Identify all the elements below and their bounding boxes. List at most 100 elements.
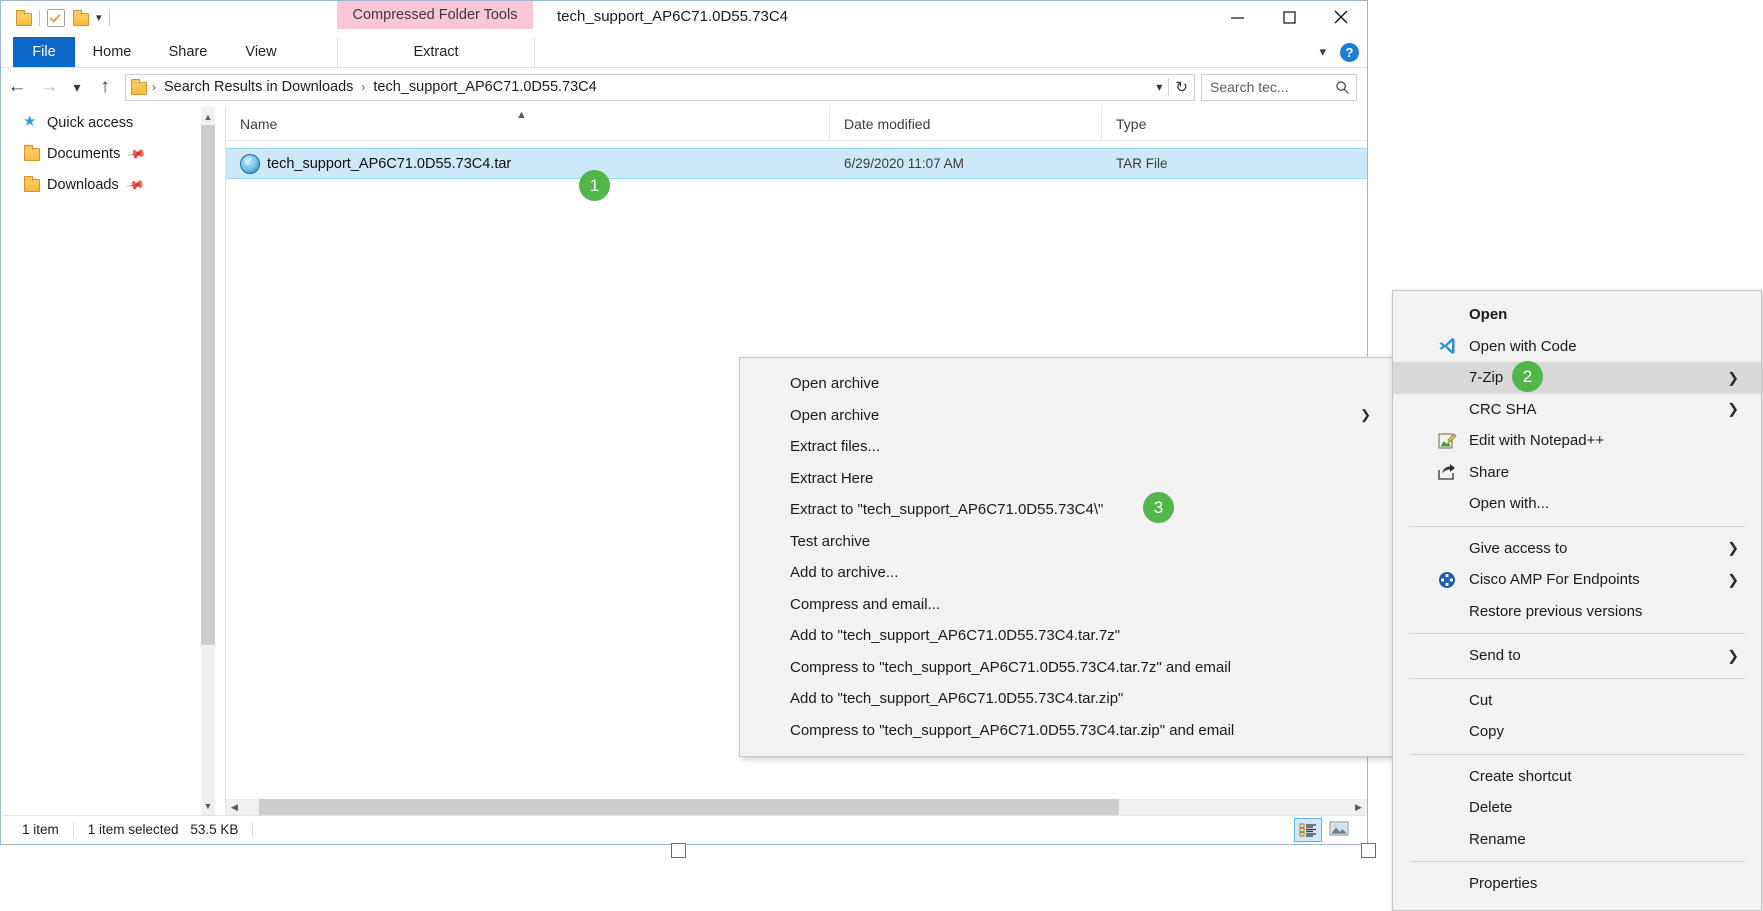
resize-handle-bottom[interactable] (671, 843, 686, 858)
sidebar-item-documents[interactable]: Documents 📌 (1, 138, 225, 169)
menu-item-extract-here[interactable]: Extract Here (740, 463, 1393, 495)
status-size-label: 53.5 KB (190, 822, 239, 837)
menu-item-create-shortcut[interactable]: Create shortcut (1393, 761, 1761, 793)
menu-item-extract-files[interactable]: Extract files... (740, 431, 1393, 463)
up-button[interactable]: ↑ (89, 72, 121, 102)
status-selection-label: 1 item selected (87, 822, 179, 837)
menu-item-label: Open archive (790, 375, 880, 393)
sidebar-item-label: Documents (47, 145, 121, 162)
menu-item-edit-with-notepadpp[interactable]: Edit with Notepad++ (1393, 425, 1761, 457)
sort-ascending-icon: ▲ (516, 109, 527, 121)
tab-share[interactable]: Share (151, 37, 225, 67)
sidebar-item-label: Downloads (47, 176, 119, 193)
menu-item-open-with[interactable]: Open with... (1393, 488, 1761, 520)
scrollbar-thumb[interactable] (259, 799, 1119, 816)
scroll-down-icon[interactable]: ▼ (201, 798, 215, 814)
table-row[interactable]: tech_support_AP6C71.0D55.73C4.tar 6/29/2… (226, 148, 1367, 179)
sidebar-item-quick-access[interactable]: ★ Quick access (1, 107, 225, 138)
explorer-icon (15, 10, 32, 26)
menu-item-add-to-zip[interactable]: Add to "tech_support_AP6C71.0D55.73C4.ta… (740, 683, 1393, 715)
qat-divider (39, 10, 40, 26)
menu-item-crc-sha[interactable]: CRC SHA ❯ (1393, 394, 1761, 426)
recent-locations-button[interactable]: ▾ (65, 72, 89, 102)
forward-button[interactable]: → (33, 72, 65, 102)
menu-item-give-access-to[interactable]: Give access to ❯ (1393, 533, 1761, 565)
file-name-cell[interactable]: tech_support_AP6C71.0D55.73C4.tar (226, 153, 830, 174)
downloads-folder-icon (23, 176, 40, 192)
menu-item-label: Create shortcut (1469, 767, 1572, 785)
menu-item-share[interactable]: Share (1393, 457, 1761, 489)
new-folder-icon[interactable] (72, 10, 89, 26)
chevron-down-icon[interactable]: ▾ (96, 12, 102, 24)
breadcrumb-item-0[interactable]: Search Results in Downloads (161, 79, 356, 95)
column-header-name[interactable]: Name ▲ (226, 107, 830, 140)
pin-icon[interactable]: 📌 (127, 143, 147, 163)
menu-item-label: Compress and email... (790, 595, 941, 613)
menu-separator (1409, 861, 1745, 862)
tab-extract[interactable]: Extract (337, 37, 535, 67)
properties-checkbox-icon[interactable] (47, 9, 65, 27)
scrollbar-thumb[interactable] (201, 125, 215, 645)
menu-item-add-to-archive[interactable]: Add to archive... (740, 557, 1393, 589)
menu-item-rename[interactable]: Rename (1393, 824, 1761, 856)
details-view-button[interactable] (1294, 817, 1322, 842)
refresh-icon[interactable]: ↻ (1175, 78, 1188, 96)
column-header-type[interactable]: Type (1102, 107, 1312, 140)
minimize-button[interactable] (1211, 1, 1263, 33)
menu-item-test-archive[interactable]: Test archive (740, 526, 1393, 558)
breadcrumb-item-1[interactable]: tech_support_AP6C71.0D55.73C4 (370, 79, 599, 95)
menu-item-open-archive[interactable]: Open archive (740, 368, 1393, 400)
menu-item-open-archive-with[interactable]: Open archive ❯ (740, 400, 1393, 432)
column-header-date-modified[interactable]: Date modified (830, 107, 1102, 140)
scroll-up-icon[interactable]: ▲ (201, 109, 215, 125)
menu-item-7zip[interactable]: 7-Zip ❯ (1393, 362, 1761, 394)
menu-item-properties[interactable]: Properties (1393, 868, 1761, 900)
menu-item-open[interactable]: Open (1393, 299, 1761, 331)
menu-item-copy[interactable]: Copy (1393, 716, 1761, 748)
menu-item-label: Cisco AMP For Endpoints (1469, 571, 1640, 589)
scroll-right-icon[interactable]: ▶ (1350, 799, 1367, 816)
file-list-horizontal-scrollbar[interactable]: ◀ ▶ (226, 799, 1367, 816)
menu-item-extract-to[interactable]: Extract to "tech_support_AP6C71.0D55.73C… (740, 494, 1393, 526)
scroll-left-icon[interactable]: ◀ (226, 799, 243, 816)
menu-item-cut[interactable]: Cut (1393, 685, 1761, 717)
tab-home[interactable]: Home (75, 37, 149, 67)
tab-view[interactable]: View (225, 37, 297, 67)
ribbon-tab-strip: File Home Share View Extract ▾ ? (1, 37, 1367, 68)
menu-item-open-with-code[interactable]: Open with Code (1393, 331, 1761, 363)
menu-item-compress-to-7z-email[interactable]: Compress to "tech_support_AP6C71.0D55.73… (740, 652, 1393, 684)
menu-separator (1409, 677, 1745, 679)
maximize-button[interactable] (1263, 1, 1315, 33)
menu-item-label: Send to (1469, 647, 1521, 665)
menu-item-compress-to-zip-email[interactable]: Compress to "tech_support_AP6C71.0D55.73… (740, 715, 1393, 747)
sidebar-item-downloads[interactable]: Downloads 📌 (1, 169, 225, 200)
window-controls (1211, 1, 1367, 33)
menu-item-delete[interactable]: Delete (1393, 792, 1761, 824)
large-icons-view-button[interactable] (1326, 818, 1352, 840)
search-box[interactable]: Search tec... (1201, 73, 1357, 101)
menu-item-send-to[interactable]: Send to ❯ (1393, 640, 1761, 672)
tab-file[interactable]: File (13, 37, 75, 67)
resize-handle-bottom-right[interactable] (1361, 843, 1376, 858)
menu-item-label: Edit with Notepad++ (1469, 432, 1605, 450)
back-button[interactable]: ← (1, 72, 33, 102)
chevron-right-icon: ❯ (1727, 400, 1739, 417)
cisco-amp-icon (1437, 570, 1457, 590)
navigation-pane: ★ Quick access Documents 📌 Downloads 📌 ▲… (1, 107, 225, 816)
expand-ribbon-icon[interactable]: ▾ (1319, 44, 1326, 60)
help-icon[interactable]: ? (1340, 42, 1359, 62)
menu-item-cisco-amp[interactable]: Cisco AMP For Endpoints ❯ (1393, 564, 1761, 596)
address-path-field[interactable]: › Search Results in Downloads › tech_sup… (125, 73, 1195, 101)
menu-item-compress-and-email[interactable]: Compress and email... (740, 589, 1393, 621)
documents-folder-icon (23, 145, 40, 161)
navigation-pane-scrollbar[interactable]: ▲ ▼ (201, 107, 215, 816)
address-dropdown-icon[interactable]: ▾ (1156, 80, 1162, 94)
pin-icon[interactable]: 📌 (125, 174, 145, 194)
search-placeholder: Search tec... (1210, 79, 1289, 95)
scroll-track[interactable] (243, 799, 1350, 816)
status-item-count: 1 item (22, 822, 59, 837)
close-button[interactable] (1315, 1, 1367, 33)
menu-item-restore-previous-versions[interactable]: Restore previous versions (1393, 596, 1761, 628)
chevron-right-icon: ❯ (1727, 571, 1739, 588)
menu-item-add-to-7z[interactable]: Add to "tech_support_AP6C71.0D55.73C4.ta… (740, 620, 1393, 652)
